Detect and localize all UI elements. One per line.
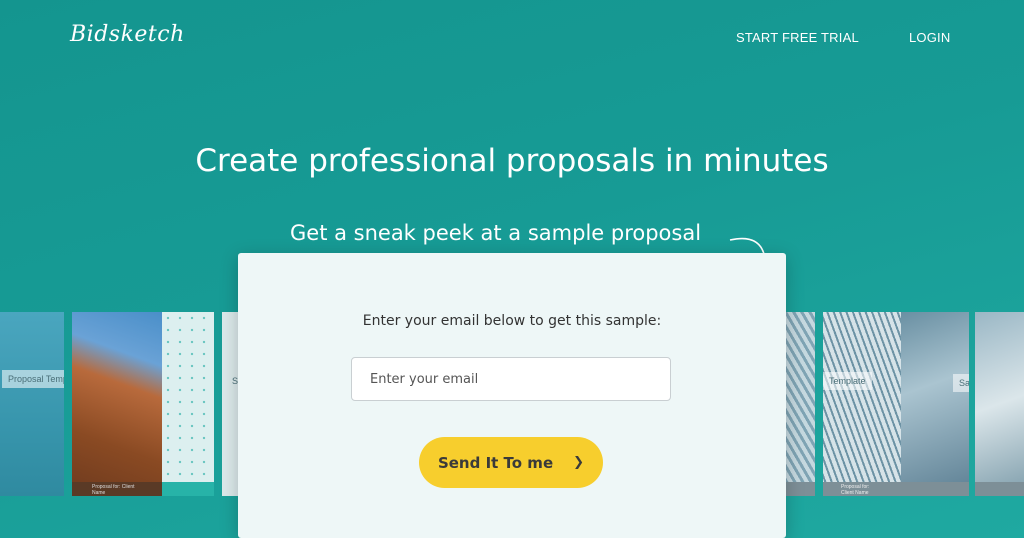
template-name: Proposal Template <box>2 370 64 388</box>
start-free-trial-link[interactable]: START FREE TRIAL <box>736 30 859 45</box>
template-name: Sales Propo <box>953 374 969 392</box>
template-thumbnail: Template Proposal for: Client Name <box>823 312 901 496</box>
email-input[interactable] <box>351 357 671 401</box>
template-thumbnail <box>975 312 1024 496</box>
chevron-right-icon: ❯ <box>573 455 585 470</box>
template-footer: Proposal for: Client Name <box>72 482 162 496</box>
template-footer <box>901 482 969 496</box>
hero-subtitle: Get a sneak peek at a sample proposal <box>290 221 702 245</box>
template-footer <box>162 482 214 496</box>
logo[interactable]: Bidsketch <box>70 22 185 47</box>
template-thumbnail <box>162 312 214 496</box>
login-link[interactable]: LOGIN <box>909 30 950 45</box>
send-button-label: Send It To me <box>437 453 554 472</box>
email-prompt: Enter your email below to get this sampl… <box>362 313 662 329</box>
template-thumbnail: Sales Propo <box>901 312 969 496</box>
template-footer: Proposal for: Client Name <box>823 482 901 496</box>
template-footer <box>975 482 1024 496</box>
send-it-button[interactable]: Send It To me ❯ <box>419 437 603 488</box>
email-card: Enter your email below to get this sampl… <box>238 253 786 538</box>
template-thumbnail: Proposal for: Client Name <box>72 312 162 496</box>
template-footer <box>785 482 815 496</box>
template-thumbnail <box>785 312 815 496</box>
hero-title: Create professional proposals in minutes <box>195 143 829 179</box>
template-name: Template <box>823 372 872 390</box>
template-thumbnail: Proposal Template <box>0 312 64 496</box>
